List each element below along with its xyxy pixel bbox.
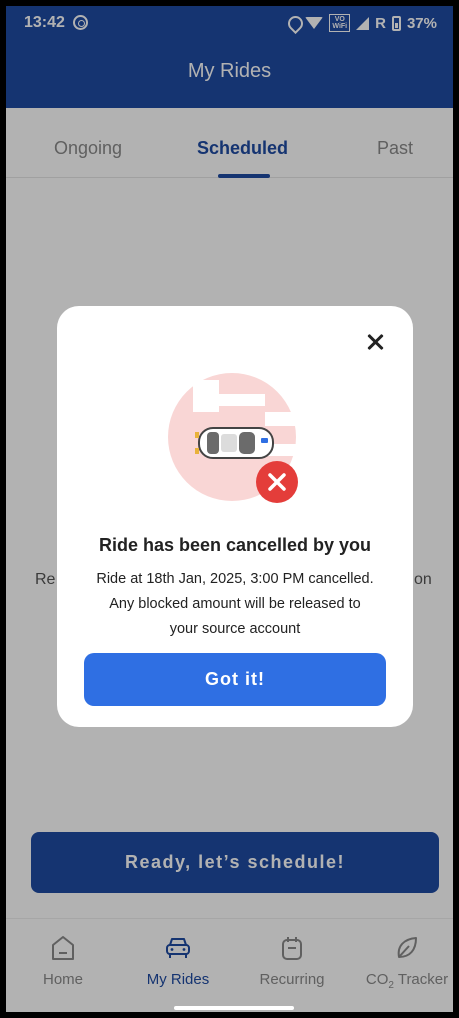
dialog-message-line: your source account bbox=[169, 621, 301, 637]
got-it-button[interactable]: Got it! bbox=[84, 653, 386, 706]
dialog-message-line: Any blocked amount will be released to bbox=[109, 596, 361, 612]
dialog-message-line: Ride at 18th Jan, 2025, 3:00 PM cancelle… bbox=[96, 571, 374, 587]
gesture-home-indicator[interactable] bbox=[174, 1006, 294, 1010]
app-screen: 13:42 VO WiFi R 37% My Rides Ongoing Sche… bbox=[6, 6, 453, 1012]
car-cancelled-icon bbox=[168, 373, 305, 503]
dialog-message: Ride at 18th Jan, 2025, 3:00 PM cancelle… bbox=[71, 567, 399, 642]
cancelled-car-illustration bbox=[165, 372, 305, 512]
dialog-title: Ride has been cancelled by you bbox=[98, 535, 372, 555]
cancellation-dialog: Ride has been cancelled by you Ride at 1… bbox=[57, 306, 413, 727]
close-icon[interactable] bbox=[362, 330, 388, 356]
